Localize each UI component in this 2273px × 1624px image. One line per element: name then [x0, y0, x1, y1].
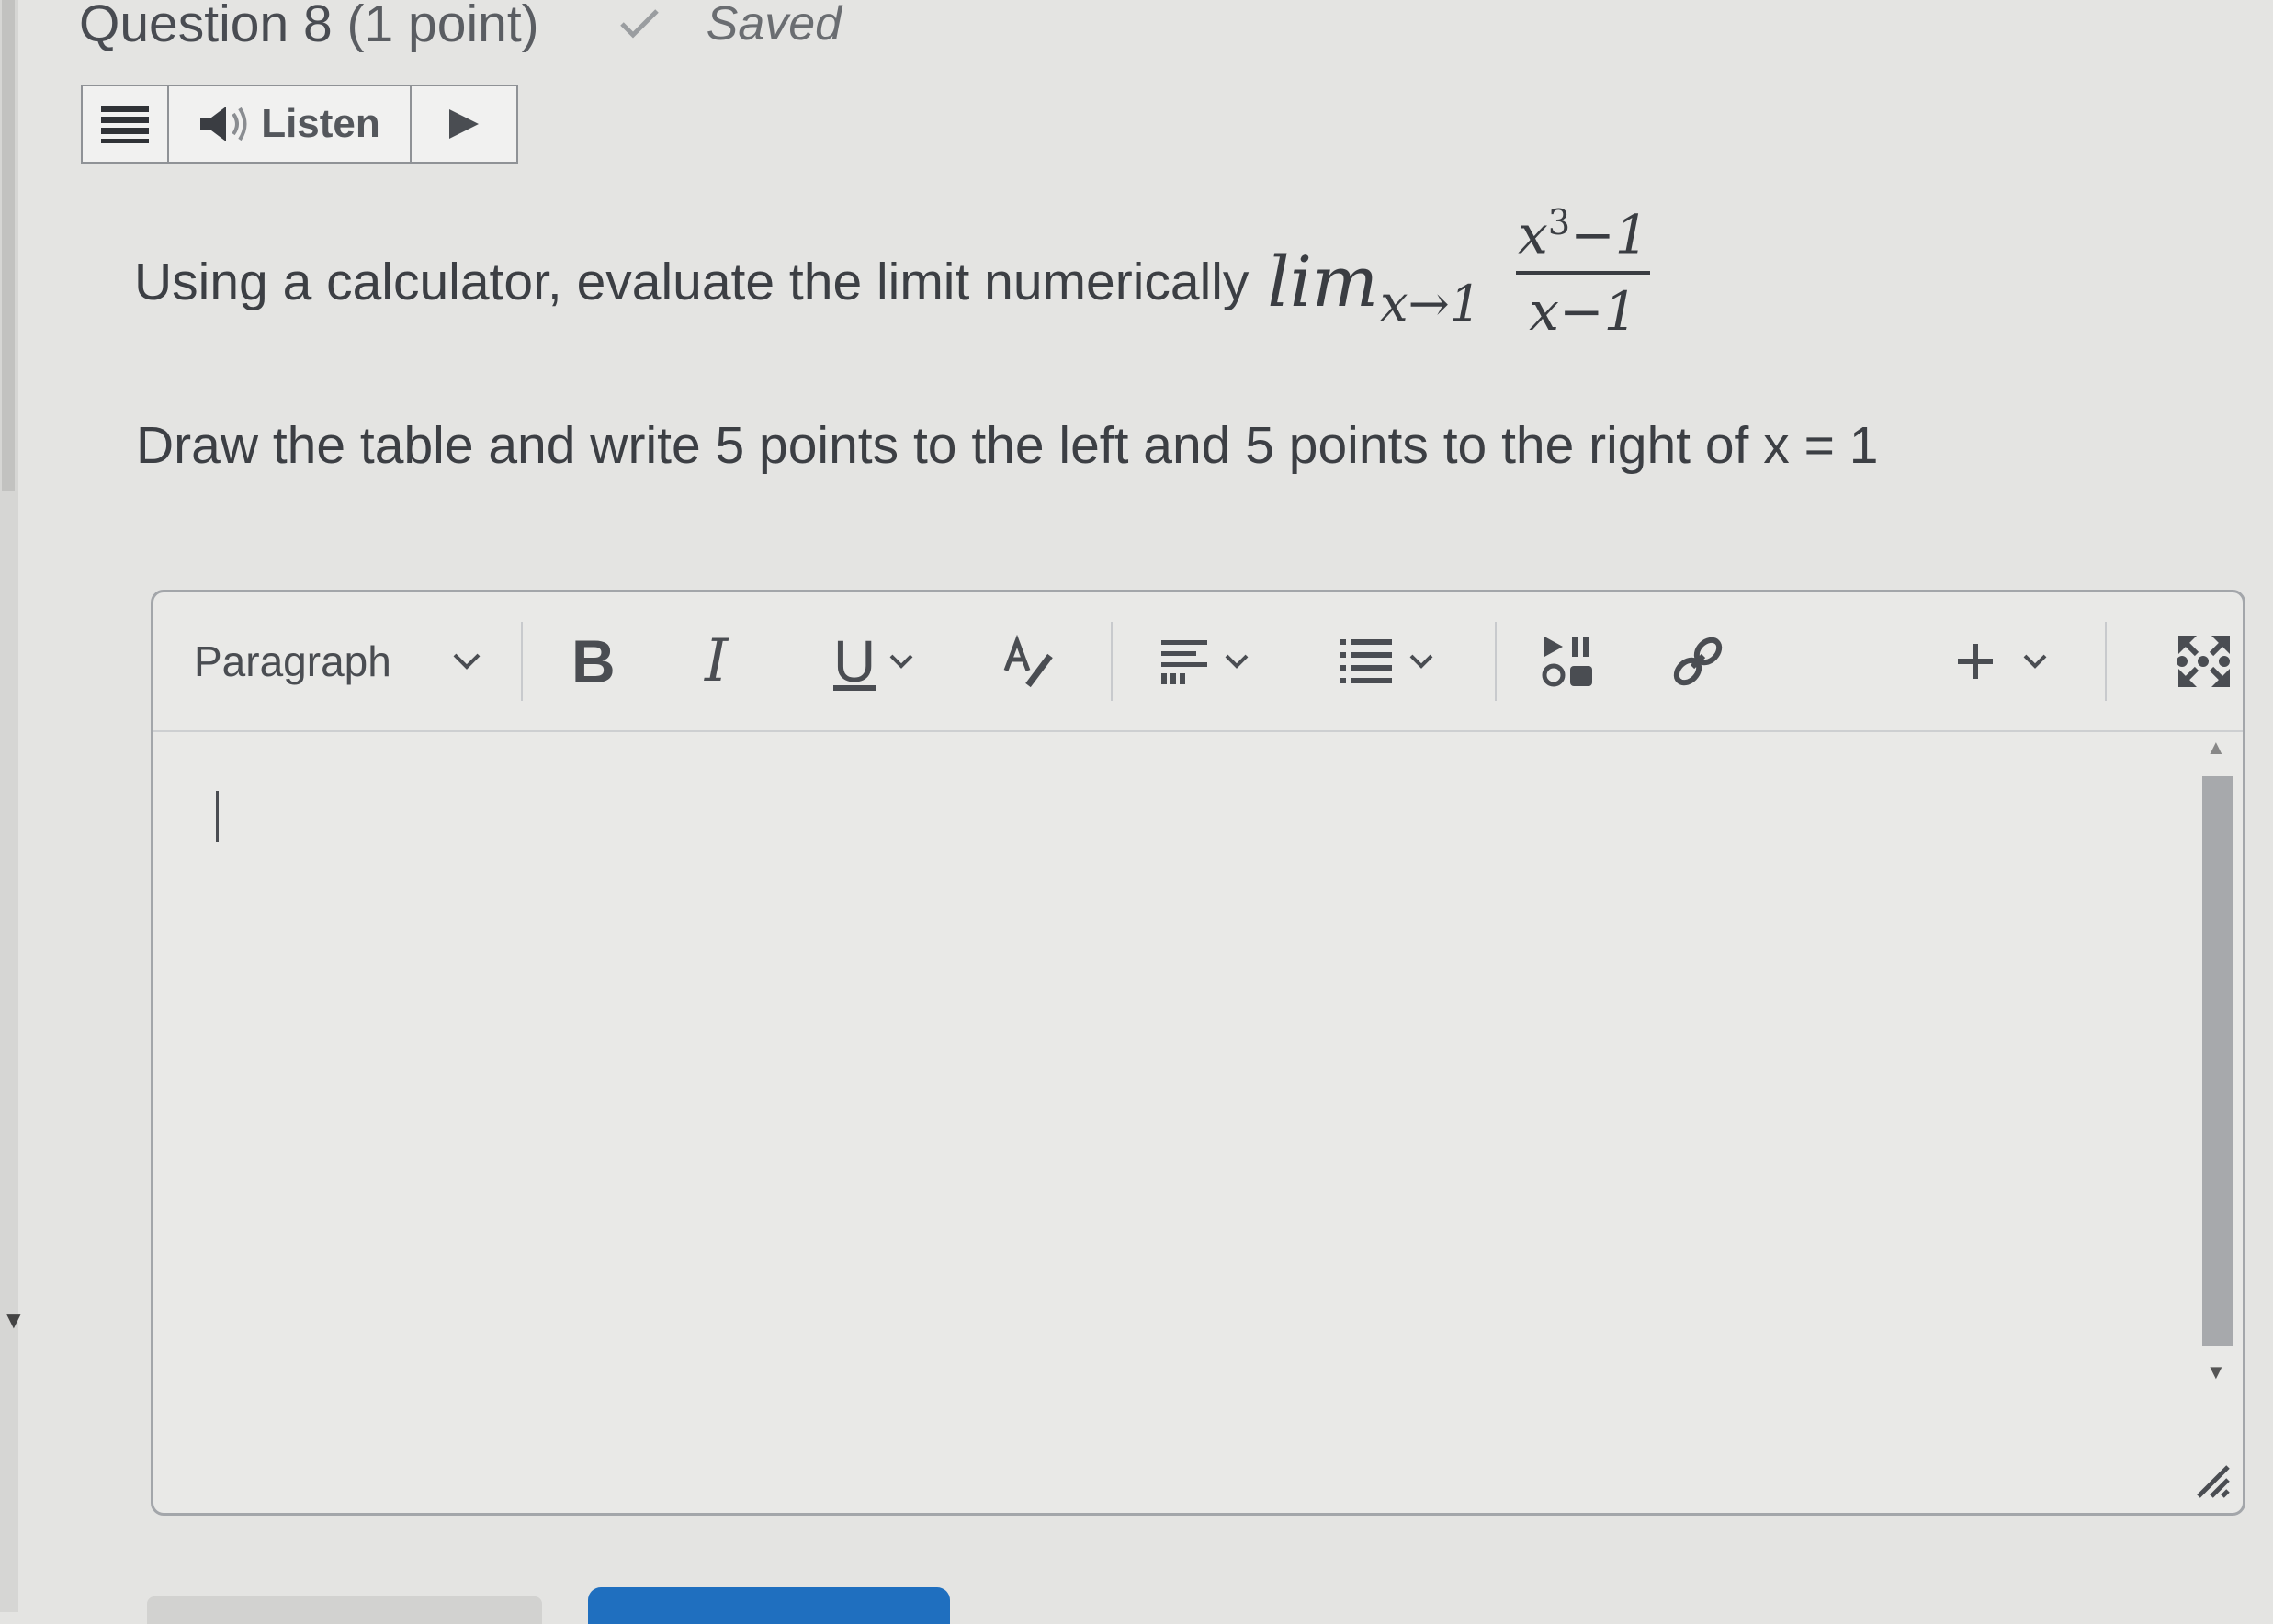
rich-text-editor: Paragraph B I U ▲ ▼ — [151, 590, 2245, 1516]
bold-label: B — [571, 627, 616, 695]
toolbar-divider — [1495, 622, 1497, 701]
question-title: Question 8 (1 point) — [79, 0, 539, 54]
plus-icon — [1958, 644, 1993, 679]
chevron-down-icon — [1409, 654, 1433, 669]
read-speaker-bar: Listen — [81, 85, 518, 164]
listen-button[interactable]: Listen — [169, 86, 412, 162]
resize-handle-icon[interactable] — [2191, 1460, 2232, 1500]
question-number: Question 8 — [79, 0, 333, 53]
menu-button[interactable] — [83, 86, 169, 162]
scroll-up-icon[interactable]: ▲ — [2206, 736, 2226, 760]
left-scrollbar[interactable]: ▼ — [0, 0, 26, 1612]
chevron-down-icon — [1225, 654, 1249, 669]
numerator-exponent: 3 — [1547, 202, 1571, 242]
hamburger-icon — [101, 106, 149, 143]
italic-label: I — [705, 627, 729, 695]
chevron-down-icon — [453, 653, 481, 670]
bottom-tab[interactable] — [147, 1596, 542, 1624]
insert-media-button[interactable] — [1541, 592, 1598, 730]
numerator-rest: −1 — [1570, 203, 1649, 266]
numerator-base: x — [1518, 203, 1548, 266]
saved-status: Saved — [618, 0, 842, 51]
limit-operator: lim — [1267, 241, 1379, 323]
play-icon — [449, 109, 479, 139]
editor-scrollbar[interactable]: ▲ ▼ — [2195, 730, 2237, 1438]
caret-down-icon[interactable]: ▼ — [2, 1306, 26, 1335]
limit-expression: lim x→1 x3−1 x−1 — [1267, 202, 1661, 352]
fraction: x3−1 x−1 — [1505, 202, 1661, 343]
fullscreen-icon — [2178, 636, 2230, 687]
bold-button[interactable]: B — [571, 592, 616, 730]
text-format-icon — [1003, 634, 1053, 688]
bulleted-list-icon — [1340, 639, 1392, 683]
toolbar-divider — [521, 622, 523, 701]
text-style-button[interactable] — [1001, 592, 1056, 730]
fraction-numerator: x3−1 — [1505, 202, 1661, 271]
editor-scrollbar-thumb[interactable] — [2202, 776, 2233, 1346]
instruction-text: Draw the table and write 5 points to the… — [136, 416, 1879, 475]
fullscreen-button[interactable] — [2158, 592, 2232, 730]
limit-subscript: x→1 — [1380, 275, 1482, 333]
insert-more-button[interactable] — [1956, 592, 2048, 730]
italic-button[interactable]: I — [705, 592, 728, 730]
left-scrollbar-thumb[interactable] — [2, 0, 15, 491]
link-icon — [1673, 637, 1723, 686]
primary-button[interactable] — [588, 1587, 950, 1624]
question-header: Question 8 (1 point) Saved — [79, 0, 842, 61]
format-select-label: Paragraph — [194, 637, 391, 685]
prompt-text: Using a calculator, evaluate the limit n… — [134, 252, 1250, 311]
format-select[interactable]: Paragraph — [194, 592, 481, 730]
chevron-down-icon — [2023, 654, 2047, 669]
fraction-denominator: x−1 — [1516, 271, 1651, 343]
align-button[interactable] — [1159, 592, 1250, 730]
scroll-down-icon[interactable]: ▼ — [2206, 1360, 2226, 1384]
play-button[interactable] — [412, 86, 516, 162]
check-icon — [619, 9, 659, 39]
speaker-icon — [200, 107, 247, 141]
media-icon — [1542, 637, 1592, 687]
align-left-icon — [1161, 640, 1207, 684]
underline-button[interactable]: U — [833, 592, 914, 730]
editor-toolbar: Paragraph B I U — [153, 592, 2243, 732]
text-caret — [216, 791, 219, 842]
question-points: (1 point) — [346, 0, 539, 53]
editor-content-area[interactable] — [172, 739, 2184, 1502]
list-button[interactable] — [1339, 592, 1434, 730]
chevron-down-icon — [889, 654, 913, 669]
question-prompt: Using a calculator, evaluate the limit n… — [134, 202, 1662, 352]
listen-label: Listen — [261, 101, 380, 146]
toolbar-divider — [1111, 622, 1113, 701]
underline-label: U — [833, 628, 876, 694]
saved-label: Saved — [706, 0, 842, 51]
toolbar-divider — [2105, 622, 2107, 701]
insert-link-button[interactable] — [1668, 592, 1728, 730]
